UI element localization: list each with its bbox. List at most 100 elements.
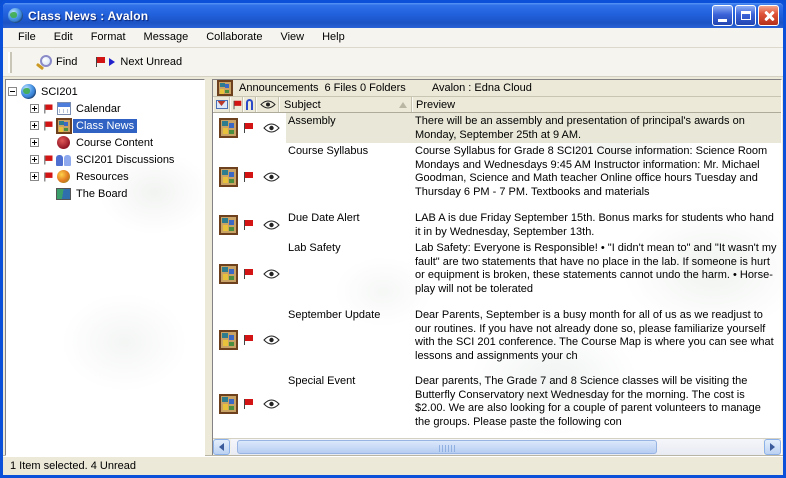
pane-splitter[interactable] xyxy=(205,79,212,456)
message-list: Assembly There will be an assembly and p… xyxy=(213,113,781,438)
status-text: 1 Item selected. 4 Unread xyxy=(10,460,136,472)
scroll-left-button[interactable] xyxy=(213,439,230,455)
menu-collaborate[interactable]: Collaborate xyxy=(197,29,271,46)
tree-item-class-news[interactable]: Class News xyxy=(6,117,204,134)
message-preview: There will be an assembly and presentati… xyxy=(411,113,781,143)
conference-name: Announcements xyxy=(239,82,319,94)
bulletin-board-icon xyxy=(219,394,238,414)
message-preview: LAB A is due Friday September 15th. Bonu… xyxy=(411,210,781,240)
window-title: Class News : Avalon xyxy=(28,9,707,23)
maximize-icon xyxy=(741,11,751,20)
eye-icon xyxy=(263,123,280,133)
envelope-icon xyxy=(216,100,228,109)
message-subject: September Update xyxy=(286,307,411,373)
message-subject: Due Date Alert xyxy=(286,210,411,240)
column-subject[interactable]: Subject xyxy=(279,97,412,112)
next-arrow-icon xyxy=(109,58,115,66)
course-content-icon xyxy=(57,136,70,149)
subject-header-label: Subject xyxy=(284,99,321,111)
menu-file[interactable]: File xyxy=(9,29,45,46)
find-button[interactable]: Find xyxy=(30,52,84,73)
column-message-type[interactable] xyxy=(213,97,230,112)
main-area: SCI201 Calendar Class News Course Conten… xyxy=(3,77,783,456)
board-picture-icon xyxy=(56,188,71,200)
tree-item-label: Resources xyxy=(73,170,132,184)
close-icon xyxy=(763,10,775,22)
unread-flag-icon xyxy=(43,120,52,131)
message-row-assembly[interactable]: Assembly There will be an assembly and p… xyxy=(213,113,781,143)
message-preview: Course Syllabus for Grade 8 SCI201 Cours… xyxy=(411,143,781,210)
message-row-course-syllabus[interactable]: Course Syllabus Course Syllabus for Grad… xyxy=(213,143,781,210)
expand-icon[interactable] xyxy=(30,172,39,181)
message-row-due-date-alert[interactable]: Due Date Alert LAB A is due Friday Septe… xyxy=(213,210,781,240)
tree-item-label: The Board xyxy=(73,187,130,201)
tree-item-label: SCI201 xyxy=(38,85,81,99)
next-unread-label: Next Unread xyxy=(120,56,182,68)
bulletin-board-icon xyxy=(219,118,238,138)
menu-bar: File Edit Format Message Collaborate Vie… xyxy=(3,28,783,48)
toolbar-grip[interactable] xyxy=(8,52,12,73)
column-attachment[interactable] xyxy=(243,97,256,112)
message-subject: Assembly xyxy=(286,113,411,143)
menu-message[interactable]: Message xyxy=(135,29,198,46)
eye-icon xyxy=(263,172,280,182)
message-row-lab-safety[interactable]: Lab Safety Lab Safety: Everyone is Respo… xyxy=(213,240,781,307)
collapse-icon[interactable] xyxy=(8,87,17,96)
conference-globe-icon xyxy=(21,84,36,99)
tree-item-label: SCI201 Discussions xyxy=(73,153,177,167)
expand-icon[interactable] xyxy=(30,138,39,147)
message-subject: Special Event xyxy=(286,373,411,435)
tree-item-label: Class News xyxy=(73,119,137,133)
message-preview: Dear Parents, September is a busy month … xyxy=(411,307,781,373)
message-pane: Announcements 6 Files 0 Folders Avalon :… xyxy=(212,79,782,456)
tree-item-calendar[interactable]: Calendar xyxy=(6,100,204,117)
bulletin-board-icon xyxy=(219,167,238,187)
tree-item-course-content[interactable]: Course Content xyxy=(6,134,204,151)
eye-icon xyxy=(260,100,276,109)
eye-icon xyxy=(263,269,280,279)
status-bar: 1 Item selected. 4 Unread xyxy=(3,456,783,475)
preview-header-label: Preview xyxy=(416,99,455,111)
scrollbar-thumb[interactable] xyxy=(237,440,657,454)
expand-icon[interactable] xyxy=(30,155,39,164)
message-row-special-event[interactable]: Special Event Dear parents, The Grade 7 … xyxy=(213,373,781,435)
flag-icon xyxy=(232,99,241,109)
unread-flag-icon xyxy=(243,219,253,231)
menu-edit[interactable]: Edit xyxy=(45,29,82,46)
tree-item-sci201[interactable]: SCI201 xyxy=(6,83,204,100)
bulletin-board-icon xyxy=(219,330,238,350)
column-preview[interactable]: Preview xyxy=(412,97,781,112)
maximize-button[interactable] xyxy=(735,5,756,26)
eye-icon xyxy=(263,399,280,409)
scroll-right-button[interactable] xyxy=(764,439,781,455)
expand-icon[interactable] xyxy=(30,104,39,113)
unread-flag-icon xyxy=(95,56,105,68)
list-column-header: Subject Preview xyxy=(213,97,781,113)
eye-icon xyxy=(263,335,280,345)
next-unread-button[interactable]: Next Unread xyxy=(88,53,189,71)
menu-help[interactable]: Help xyxy=(313,29,354,46)
eye-icon xyxy=(263,220,280,230)
minimize-button[interactable] xyxy=(712,5,733,26)
message-preview: Lab Safety: Everyone is Responsible! • "… xyxy=(411,240,781,307)
sort-ascending-icon xyxy=(399,102,407,108)
toolbar: Find Next Unread xyxy=(3,48,783,77)
expand-icon[interactable] xyxy=(30,121,39,130)
tree-item-the-board[interactable]: The Board xyxy=(6,185,204,202)
unread-flag-icon xyxy=(243,122,253,134)
menu-view[interactable]: View xyxy=(271,29,313,46)
close-button[interactable] xyxy=(758,5,779,26)
app-window: Class News : Avalon File Edit Format Mes… xyxy=(0,0,786,478)
column-flag[interactable] xyxy=(230,97,243,112)
menu-format[interactable]: Format xyxy=(82,29,135,46)
scrollbar-track[interactable] xyxy=(231,439,763,455)
tree-item-resources[interactable]: Resources xyxy=(6,168,204,185)
tree-item-sci201-discussions[interactable]: SCI201 Discussions xyxy=(6,151,204,168)
column-viewed[interactable] xyxy=(256,97,279,112)
message-row-september-update[interactable]: September Update Dear Parents, September… xyxy=(213,307,781,373)
unread-flag-icon xyxy=(43,103,52,114)
bulletin-board-icon xyxy=(219,215,238,235)
message-subject: Lab Safety xyxy=(286,240,411,307)
tree-item-label: Course Content xyxy=(73,136,156,150)
message-subject: Course Syllabus xyxy=(286,143,411,210)
